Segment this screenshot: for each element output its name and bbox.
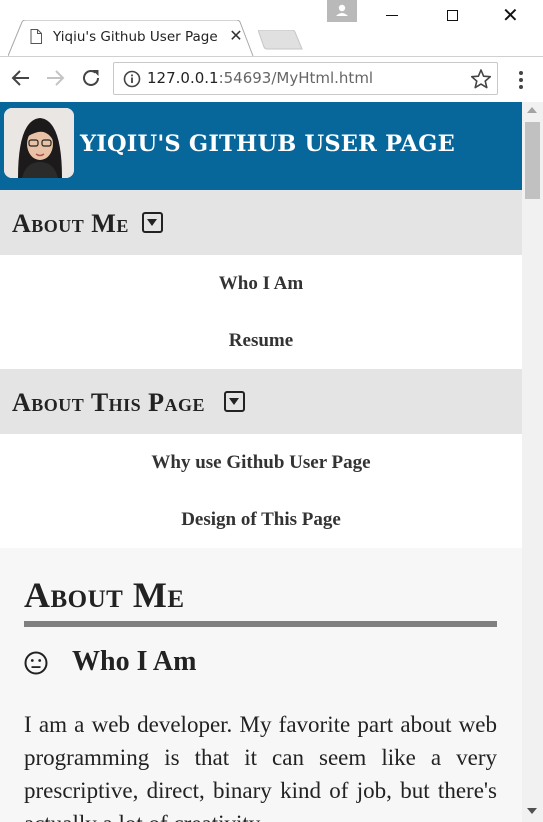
nav-link-who-i-am[interactable]: Who I Am [0, 255, 522, 312]
profile-photo [4, 108, 74, 178]
info-icon[interactable] [123, 70, 141, 88]
browser-toolbar: 127.0.0.1:54693/MyHtml.html [0, 56, 543, 102]
window-close-button[interactable]: ✕ [502, 4, 519, 26]
reload-icon[interactable] [80, 67, 102, 89]
url-host: 127.0.0.1 [147, 69, 219, 87]
nav-section-label: About This Page [12, 388, 206, 417]
browser-titlebar: Yiqiu's Github User Page ✕ ✕ [0, 0, 543, 57]
page-scrollbar[interactable] [522, 102, 543, 822]
address-bar[interactable]: 127.0.0.1:54693/MyHtml.html [113, 62, 498, 95]
scroll-down-arrow-icon[interactable] [527, 808, 537, 814]
tab-title: Yiqiu's Github User Page [53, 29, 218, 45]
site-title: YIQIU'S GITHUB USER PAGE [80, 131, 455, 157]
section-subheading: Who I Am [72, 646, 197, 677]
nav-link-why-use-github-user-page[interactable]: Why use Github User Page [0, 434, 522, 491]
minimize-button[interactable] [386, 15, 398, 16]
tab-close-icon[interactable]: ✕ [228, 28, 244, 46]
profile-button[interactable] [327, 0, 357, 22]
caret-square-down-icon[interactable] [142, 212, 163, 233]
nav-section-about-this-page[interactable]: About This Page [0, 369, 522, 434]
url-path: :54693/MyHtml.html [218, 69, 374, 87]
site-header: YIQIU'S GITHUB USER PAGE [0, 102, 522, 190]
maximize-button[interactable] [447, 10, 458, 21]
neutral-face-icon [24, 651, 48, 675]
browser-tab[interactable]: Yiqiu's Github User Page ✕ [8, 20, 254, 57]
back-arrow-icon[interactable] [10, 67, 32, 89]
page-heading: About Me [24, 575, 185, 615]
bio-paragraph: I am a web developer. My favorite part a… [24, 712, 497, 822]
nav-section-label: About Me [12, 209, 129, 238]
scroll-thumb[interactable] [525, 122, 540, 199]
nav-section-about-me[interactable]: About Me [0, 190, 522, 255]
star-icon[interactable] [470, 68, 492, 90]
kebab-menu-icon[interactable] [514, 69, 528, 91]
scroll-up-arrow-icon[interactable] [527, 107, 537, 113]
document-icon [30, 29, 42, 44]
new-tab-button[interactable] [258, 30, 304, 50]
caret-square-down-icon[interactable] [224, 391, 245, 412]
nav-link-design-of-this-page[interactable]: Design of This Page [0, 491, 522, 548]
nav-link-resume[interactable]: Resume [0, 312, 522, 369]
avatar [4, 108, 74, 178]
page-viewport: YIQIU'S GITHUB USER PAGE About Me Who I … [0, 102, 522, 822]
heading-divider [24, 621, 497, 627]
forward-arrow-icon[interactable] [44, 67, 66, 89]
user-icon [336, 4, 348, 16]
url-text[interactable]: 127.0.0.1:54693/MyHtml.html [147, 69, 373, 87]
